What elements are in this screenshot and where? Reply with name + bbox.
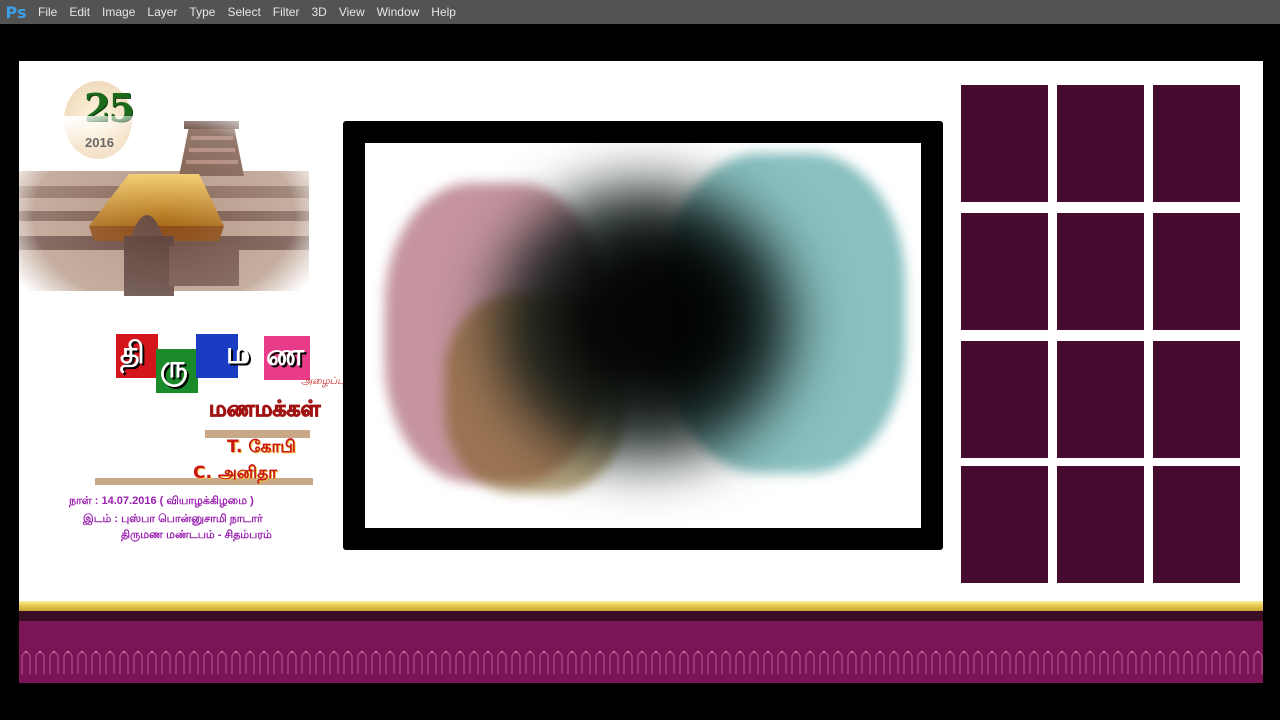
photo-slot xyxy=(1057,85,1144,202)
photo-slot xyxy=(961,85,1048,202)
title-char: ண xyxy=(266,338,305,373)
menu-file[interactable]: File xyxy=(32,0,63,24)
menu-3d[interactable]: 3D xyxy=(305,0,332,24)
menu-select[interactable]: Select xyxy=(221,0,266,24)
photo-slot xyxy=(1153,341,1240,458)
menu-items: File Edit Image Layer Type Select Filter 3D View… xyxy=(32,0,462,24)
paint-blob xyxy=(565,233,745,403)
photo-slot xyxy=(1057,341,1144,458)
photo-placeholder xyxy=(365,143,921,528)
heading-text: மணமக்கள் xyxy=(208,397,321,423)
photo-frame xyxy=(343,121,943,550)
temple-image xyxy=(19,116,309,316)
photo-grid xyxy=(961,85,1241,584)
menu-type[interactable]: Type xyxy=(183,0,221,24)
photoshop-logo-icon: Ps xyxy=(5,2,27,22)
menu-view[interactable]: View xyxy=(333,0,371,24)
photo-slot xyxy=(1057,466,1144,583)
menu-layer[interactable]: Layer xyxy=(141,0,183,24)
border-pattern xyxy=(19,646,1263,676)
photo-slot xyxy=(1153,213,1240,330)
title-char: ரு xyxy=(160,350,188,385)
venue-line-1: இடம் : புஸ்பா பொன்னுசாமி நாடார் xyxy=(83,513,263,525)
menu-edit[interactable]: Edit xyxy=(63,0,96,24)
maroon-border-dark xyxy=(19,611,1263,621)
photo-slot xyxy=(961,466,1048,583)
photo-slot xyxy=(1153,85,1240,202)
document-canvas[interactable]: 25 2016 xyxy=(19,61,1263,683)
gold-border xyxy=(19,601,1263,611)
photo-slot xyxy=(1153,466,1240,583)
title-char: தி xyxy=(120,336,145,371)
date-line: நாள் : 14.07.2016 ( வியாழக்கிழமை ) xyxy=(69,495,254,507)
title-char: ம xyxy=(226,336,251,371)
bride-name: C. அனிதா xyxy=(193,463,278,483)
menu-image[interactable]: Image xyxy=(96,0,141,24)
photo-slot xyxy=(1057,213,1144,330)
photo-slot xyxy=(961,341,1048,458)
menu-bar: Ps File Edit Image Layer Type Select Filter 3D V… xyxy=(0,0,1280,24)
venue-line-2: திருமண மண்டபம் - சிதம்பரம் xyxy=(121,529,272,541)
menu-window[interactable]: Window xyxy=(371,0,426,24)
menu-filter[interactable]: Filter xyxy=(267,0,306,24)
photo-slot xyxy=(961,213,1048,330)
groom-name: T. கோபி xyxy=(227,437,296,457)
menu-help[interactable]: Help xyxy=(425,0,462,24)
